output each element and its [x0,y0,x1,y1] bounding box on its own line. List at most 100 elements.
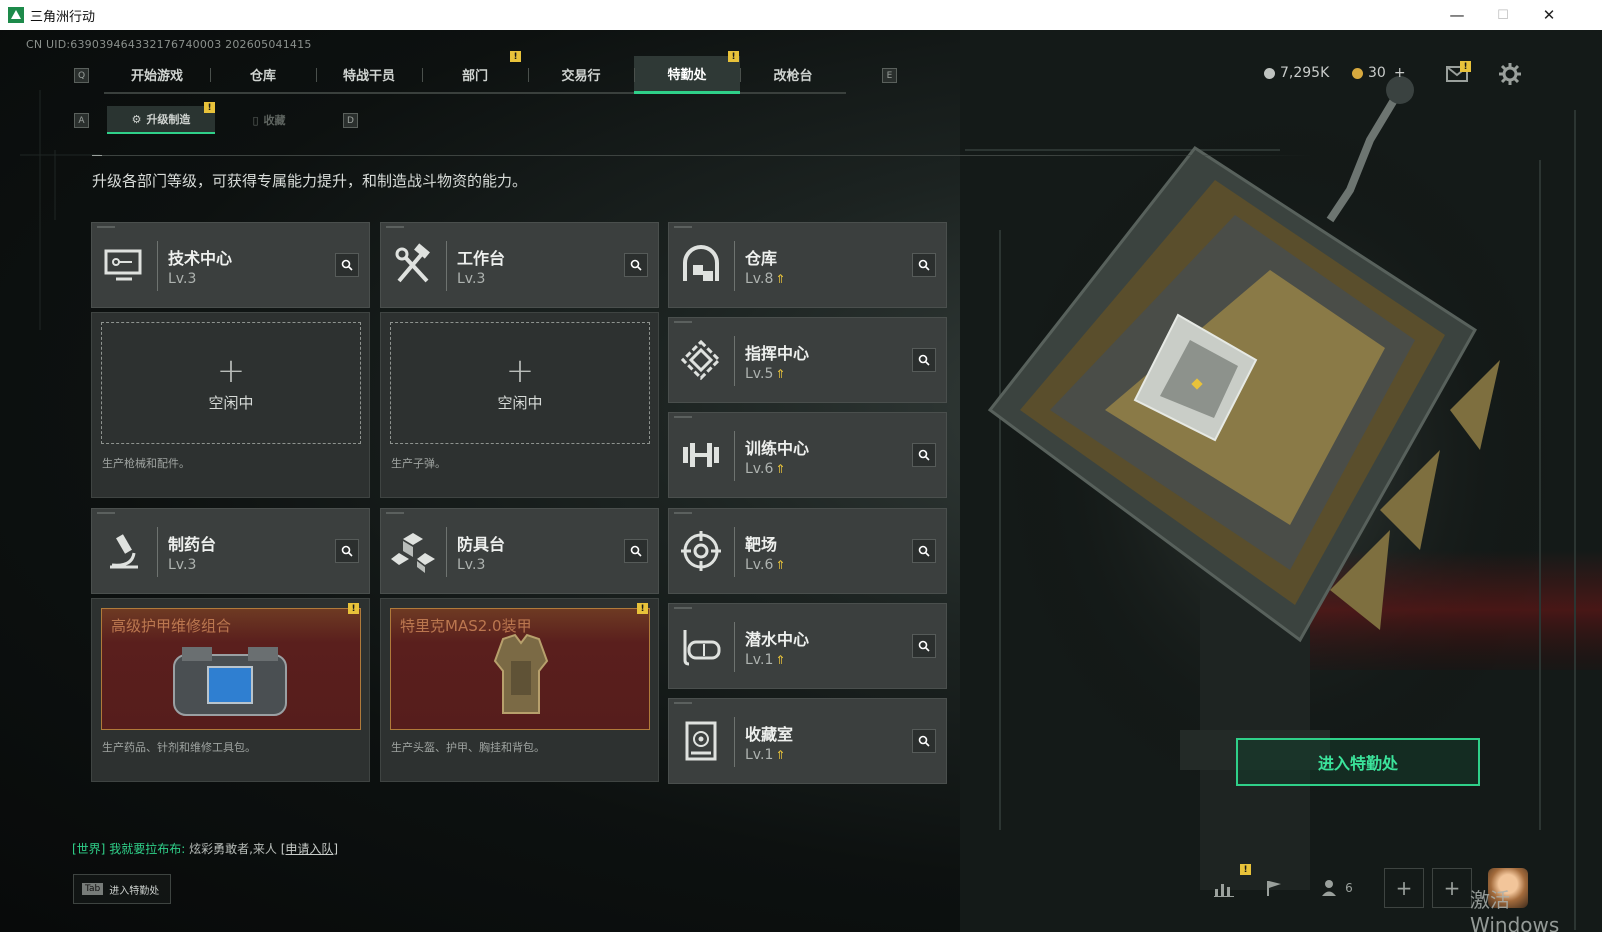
tab-warehouse[interactable]: 仓库 [210,56,316,94]
search-icon [341,545,353,557]
next-tab-key-hint: E [882,68,897,83]
collection-room-icon [685,721,717,761]
body-armor-icon [493,633,549,714]
search-button[interactable] [912,348,936,372]
apply-team-link[interactable]: [申请入队] [281,842,338,856]
facility-level: Lv.8 ⇑ [745,271,785,287]
upgrade-arrows-icon: ⇑ [775,367,786,381]
facility-card-training-center[interactable]: 训练中心 Lv.6 ⇑ [668,412,947,498]
world-chat-message[interactable]: [世界] 我就要拉布布: 炫彩勇敢者,来人 [申请入队] [72,840,338,857]
search-button[interactable] [912,729,936,753]
friends-button[interactable]: 6 [1312,868,1362,908]
gear-icon[interactable] [1499,63,1521,85]
facility-name: 仓库 [745,249,778,268]
tab-department[interactable]: 部门 ! [422,51,528,94]
tab-label: 部门 [461,68,488,84]
facility-card-shooting-range[interactable]: 靶场 Lv.6 ⇑ [668,508,947,594]
close-button[interactable]: ✕ [1526,0,1572,30]
search-button[interactable] [912,634,936,658]
tab-shortcut-hint[interactable]: Tab 进入特勤处 [73,874,171,904]
facility-card-armor-bench[interactable]: 防具台 Lv.3 [380,508,659,594]
minimize-button[interactable]: — [1434,0,1480,30]
facility-level: Lv.3 [168,557,197,573]
subtab-collection[interactable]: ▯ 收藏 [215,106,323,134]
search-icon [918,735,930,747]
card-divider [734,336,735,386]
search-button[interactable] [624,539,648,563]
card-tag [674,607,692,609]
card-divider [734,527,735,577]
search-icon [630,259,642,271]
upgrade-arrows-icon: ⇑ [775,748,786,762]
search-button[interactable] [624,253,648,277]
add-party-slot-button[interactable]: + [1384,868,1424,908]
craft-product-card[interactable]: 高级护甲维修组合 [101,608,361,730]
search-button[interactable] [912,539,936,563]
facility-card-pharmacy[interactable]: 制药台 Lv.3 [91,508,370,594]
plus-icon: + [505,350,535,391]
tab-label: 特勤处 [667,68,707,83]
tab-label: 仓库 [249,68,276,84]
enter-special-ops-button[interactable]: 进入特勤处 [1236,738,1480,786]
search-button[interactable] [912,253,936,277]
facility-level: Lv.5 ⇑ [745,366,785,382]
card-divider [734,622,735,672]
stats-button[interactable] [1204,868,1244,908]
tab-start-game[interactable]: 开始游戏 [104,56,210,94]
window-title: 三角洲行动 [30,9,96,25]
notification-badge: ! [510,51,521,62]
facility-card-collection-room[interactable]: 收藏室 Lv.1 ⇑ [668,698,947,784]
craft-product-card[interactable]: 特里克MAS2.0装甲 [390,608,650,730]
card-divider [734,717,735,767]
facility-name: 防具台 [457,535,506,554]
tab-gunsmith[interactable]: 改枪台 [740,56,846,94]
craft-slot-empty[interactable]: + 空闲中 [101,322,361,444]
facility-level: Lv.3 [457,557,486,573]
currency-tickets[interactable]: 30 + [1352,65,1406,81]
uid-label: CN UID:639039464332176740003 20260504141… [26,38,312,51]
app-logo-icon [8,7,24,23]
maximize-button[interactable]: ☐ [1480,0,1526,30]
target-icon [681,531,721,571]
windows-activation-watermark: 激活 Windows [1470,888,1560,932]
card-tag [674,512,692,514]
tab-hint-label: 进入特勤处 [109,885,160,897]
facility-name: 指挥中心 [745,344,810,363]
craft-hint: 生产枪械和配件。 [102,457,190,470]
flag-button[interactable] [1254,868,1294,908]
notification-badge: ! [728,51,739,62]
facility-card-storage[interactable]: 仓库 Lv.8 ⇑ [668,222,947,308]
search-icon [630,545,642,557]
tab-special-ops[interactable]: 特勤处 ! [634,51,740,94]
craft-hint: 生产药品、针剂和维修工具包。 [102,741,256,754]
tab-trade[interactable]: 交易行 [528,56,634,94]
craft-slot-empty[interactable]: + 空闲中 [390,322,650,444]
currency-coins[interactable]: 7,295K [1264,65,1329,81]
subtab-upgrade-craft[interactable]: ⚙ 升级制造 ! [107,102,215,134]
search-button[interactable] [335,253,359,277]
coin-icon [1264,67,1275,79]
bar-chart-icon [1214,884,1234,897]
facility-card-tech-center[interactable]: 技术中心 Lv.3 [91,222,370,308]
tab-operators[interactable]: 特战干员 [316,56,422,94]
level-value: Lv.8 [745,271,774,287]
add-currency-button[interactable]: + [1394,65,1406,81]
craft-hint: 生产子弹。 [391,457,446,470]
sub-nav: ⚙ 升级制造 ! ▯ 收藏 [107,102,323,134]
prev-tab-key-hint: Q [74,68,89,83]
card-tag [674,416,692,418]
add-party-slot-button[interactable]: + [1432,868,1472,908]
game-viewport: CN UID:639039464332176740003 20260504141… [0,30,1602,932]
facility-level: Lv.6 ⇑ [745,461,785,477]
divider [92,155,1312,156]
craft-panel-pharmacy: 高级护甲维修组合 ! 生产药品、针剂和维修工具包。 [91,598,370,782]
search-button[interactable] [912,443,936,467]
facility-card-workbench[interactable]: 工作台 Lv.3 [380,222,659,308]
search-button[interactable] [335,539,359,563]
facility-name: 技术中心 [168,249,233,268]
ticket-icon [1352,67,1363,79]
facility-card-command-center[interactable]: 指挥中心 Lv.5 ⇑ [668,317,947,403]
facility-card-diving-center[interactable]: 潜水中心 Lv.1 ⇑ [668,603,947,689]
craft-panel-armor-bench: 特里克MAS2.0装甲 ! 生产头盔、护甲、胸挂和背包。 [380,598,659,782]
card-tag [97,226,115,228]
